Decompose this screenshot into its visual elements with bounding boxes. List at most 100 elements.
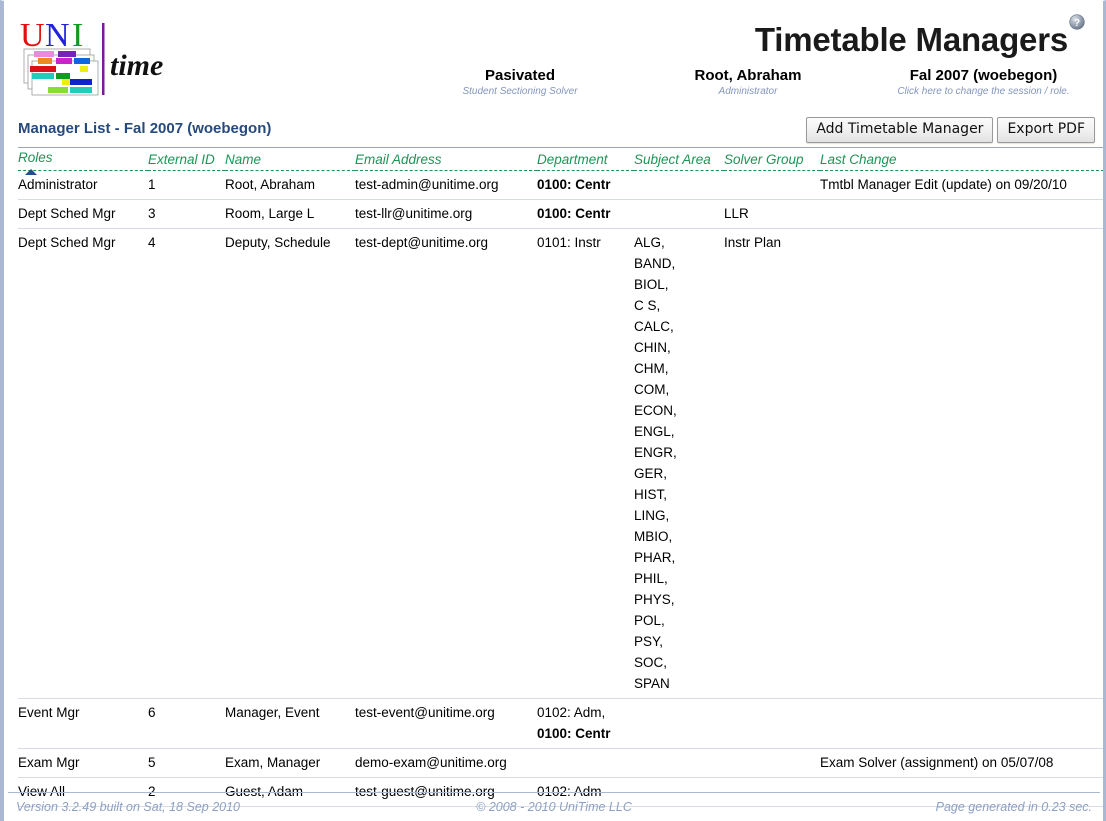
- page-title-row: Manager List - Fal 2007 (woebegon) Add T…: [4, 117, 1103, 147]
- subject-area-entry: PHIL,: [634, 571, 668, 586]
- cell-subject-area: ALG, BAND, BIOL, C S, CALC, CHIN, CHM, COM, ECON…: [634, 228, 724, 699]
- column-header-label: External ID: [148, 152, 215, 167]
- department-entry: 0100: Centr: [537, 177, 611, 192]
- subject-area-entry: GER,: [634, 466, 668, 481]
- table-row[interactable]: Dept Sched Mgr 3 Room, Large Ltest-llr@uni…: [18, 199, 1103, 229]
- cell-department: 0100: Centr: [537, 199, 634, 229]
- current-user-block[interactable]: Root, Abraham Administrator: [634, 67, 862, 98]
- subject-area-entry: SPAN: [634, 676, 670, 691]
- subject-area-entry: COM,: [634, 382, 670, 397]
- solver-status-block[interactable]: Pasivated Student Sectioning Solver: [406, 67, 634, 98]
- cell-external-id: 5: [148, 748, 225, 778]
- change-session-hint: Click here to change the session / role.: [897, 86, 1070, 97]
- subject-area-entry: CHM,: [634, 361, 669, 376]
- current-user-name: Root, Abraham: [694, 67, 802, 84]
- subject-area-entry: BAND,: [634, 256, 676, 271]
- subject-area-entry: CALC,: [634, 319, 674, 334]
- subject-area-entry: MBIO,: [634, 529, 673, 544]
- column-header-department[interactable]: Department: [537, 147, 634, 171]
- cell-department: 0101: Instr: [537, 228, 634, 699]
- cell-external-id: 1: [148, 170, 225, 200]
- page-root: U N I time Timetable Managers ? Pasivate…: [0, 0, 1106, 821]
- cell-name: Root, Abraham: [225, 170, 355, 200]
- cell-roles: Dept Sched Mgr: [18, 228, 148, 699]
- column-header-external-id[interactable]: External ID: [148, 147, 225, 171]
- column-header-name[interactable]: Name: [225, 147, 355, 171]
- subject-area-entry: LING,: [634, 508, 670, 523]
- cell-email: test-event@unitime.org: [355, 698, 537, 749]
- department-entry: 0101: Instr: [537, 235, 601, 250]
- cell-roles: Event Mgr: [18, 698, 148, 749]
- column-header-subject-area[interactable]: Subject Area: [634, 147, 724, 171]
- column-header-label: Department: [537, 152, 608, 167]
- export-pdf-button[interactable]: Export PDF: [997, 117, 1095, 143]
- column-header-label: Name: [225, 152, 262, 167]
- page-title: Manager List - Fal 2007 (woebegon): [18, 120, 272, 137]
- subject-area-entry: BIOL,: [634, 277, 669, 292]
- manager-list-table-wrap: Roles External ID Name Email Address Departm…: [18, 147, 1103, 807]
- add-timetable-manager-button[interactable]: Add Timetable Manager: [806, 117, 994, 143]
- cell-department: [537, 748, 634, 778]
- cell-name: Exam, Manager: [225, 748, 355, 778]
- solver-status-label: Student Sectioning Solver: [462, 86, 578, 97]
- subject-area-entry: SOC,: [634, 655, 668, 670]
- column-header-label: Last Change: [820, 152, 897, 167]
- cell-subject-area: [634, 170, 724, 200]
- table-row[interactable]: Event Mgr 6 Manager, Event test-event@uniti…: [18, 698, 1103, 749]
- cell-email: test-dept@unitime.org: [355, 228, 537, 699]
- cell-email: demo-exam@unitime.org: [355, 748, 537, 778]
- cell-subject-area: [634, 698, 724, 749]
- cell-subject-area: [634, 748, 724, 778]
- cell-last-change: Exam Solver (assignment) on 05/07/08: [820, 748, 1103, 778]
- help-question-icon[interactable]: ?: [1069, 1, 1085, 30]
- cell-subject-area: [634, 199, 724, 229]
- table-row[interactable]: Dept Sched Mgr 4 Deputy, Schedule test-dept…: [18, 228, 1103, 699]
- cell-external-id: 3: [148, 199, 225, 229]
- cell-last-change: [820, 199, 1103, 229]
- page-app-title: Timetable Managers?: [755, 9, 1085, 59]
- column-header-last-change[interactable]: Last Change: [820, 147, 1103, 171]
- column-header-solver-group[interactable]: Solver Group: [724, 147, 820, 171]
- department-entry: 0100: Centr: [537, 206, 611, 221]
- current-session-name: Fal 2007 (woebegon): [909, 67, 1058, 84]
- column-header-roles[interactable]: Roles: [18, 147, 148, 175]
- table-header-row: Roles External ID Name Email Address Departm…: [18, 147, 1103, 175]
- cell-name: Room, Large L: [225, 199, 355, 229]
- cell-roles: Dept Sched Mgr: [18, 199, 148, 229]
- subject-area-entry: ALG,: [634, 235, 665, 250]
- current-user-role: Administrator: [718, 86, 778, 97]
- cell-solver-group: [724, 698, 820, 749]
- subject-area-entry: PSY,: [634, 634, 664, 649]
- footer-generated-time: Page generated in 0.23 sec.: [935, 800, 1092, 814]
- cell-roles: Administrator: [18, 170, 148, 200]
- cell-name: Deputy, Schedule: [225, 228, 355, 699]
- subject-area-entry: ECON,: [634, 403, 677, 418]
- current-session-block[interactable]: Fal 2007 (woebegon) Click here to change…: [862, 67, 1103, 98]
- cell-email: test-admin@unitime.org: [355, 170, 537, 200]
- subject-area-entry: PHAR,: [634, 550, 676, 565]
- app-title-text: Timetable Managers: [754, 21, 1068, 58]
- cell-name: Manager, Event: [225, 698, 355, 749]
- subject-area-entry: C S,: [634, 298, 661, 313]
- subject-area-entry: ENGL,: [634, 424, 675, 439]
- department-entry: 0100: Centr: [537, 726, 611, 741]
- svg-text:?: ?: [1074, 18, 1080, 29]
- svg-text:I: I: [72, 17, 83, 54]
- svg-text:N: N: [45, 17, 70, 54]
- table-row[interactable]: Administrator 1 Root, Abraham test-admin@un…: [18, 170, 1103, 200]
- table-row[interactable]: Exam Mgr 5 Exam, Manager demo-exam@unitime.…: [18, 748, 1103, 778]
- subject-area-entry: ENGR,: [634, 445, 677, 460]
- cell-external-id: 6: [148, 698, 225, 749]
- cell-department: 0102: Adm, 0100: Centr: [537, 698, 634, 749]
- department-entry: 0102: Adm,: [537, 705, 606, 720]
- session-role-bar: Pasivated Student Sectioning Solver Root…: [4, 67, 1103, 98]
- solver-status-value: Pasivated: [484, 67, 556, 84]
- cell-last-change: Tmtbl Manager Edit (update) on 09/20/10: [820, 170, 1103, 200]
- cell-external-id: 4: [148, 228, 225, 699]
- subject-area-entry: PHYS,: [634, 592, 675, 607]
- cell-last-change: [820, 228, 1103, 699]
- manager-list-table: Roles External ID Name Email Address Departm…: [18, 147, 1103, 807]
- column-header-email-address[interactable]: Email Address: [355, 147, 537, 171]
- cell-solver-group: Instr Plan: [724, 228, 820, 699]
- cell-department: 0100: Centr: [537, 170, 634, 200]
